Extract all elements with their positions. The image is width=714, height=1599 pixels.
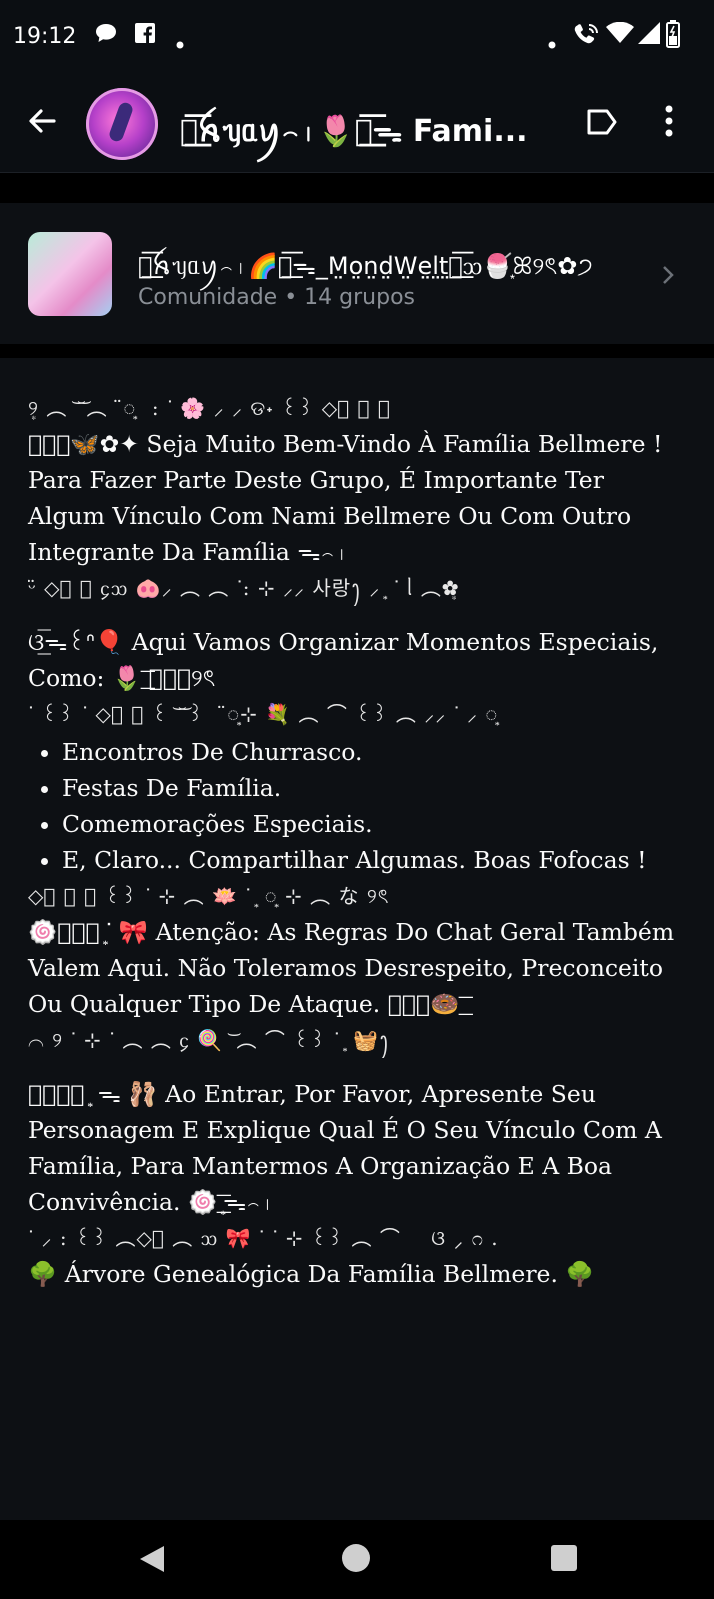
description-paragraph: ᯓ͟͞🦋✿✦ Seja Muito Bem-Vindo À Família Be… <box>28 430 663 566</box>
wifi-icon <box>606 21 634 49</box>
list-item: Festas De Família. <box>62 770 688 806</box>
decorative-line: ⌒ ୨ ᐝ ⊹ ᐝ ︵ ︵ ᧔ 🍭 ͝ ︵ ⌒ ꒰꒱ ᐝ ͙ 🧺ꫂ <box>28 1028 390 1052</box>
decorative-line: ᐝ ꒰꒱ ᐝ ◇͙ ︵ ꒰ ͝ ͝ ꒱ ⠀̈◌͙⊹ 💐 ︵ ⌒ ꒰꒱ ︵ ⸝⸝ … <box>28 702 499 726</box>
chat-title[interactable]: ᯓ͟͞ꫝᥡᥲꪗ꤮꤯🌷ᯓ͟͞ᯓ Fami... <box>180 102 550 165</box>
list-item: E, Claro... Compartilhar Algumas. Boas F… <box>62 842 688 878</box>
facebook-icon <box>134 22 156 49</box>
decorative-line: ᵕ̈ ◇͙ ⌒ ᧔ᦉ 🐽⸝ ︵ ︵ ᐝ: ⊹ ⸝⸝ 사랑ꫂ ⸝ ͙ ᐝ ᥣ ︵✿… <box>28 576 460 600</box>
signal-icon <box>638 22 660 49</box>
chat-header: ᯓ͟͞ꫝᥡᥲꪗ꤮꤯🌷ᯓ͟͞ᯓ Fami... <box>0 76 714 173</box>
chat-bubble-icon <box>94 22 118 49</box>
community-avatar[interactable] <box>28 232 112 316</box>
nav-home-icon[interactable] <box>342 1544 370 1572</box>
label-icon[interactable] <box>586 108 618 136</box>
chevron-right-icon[interactable] <box>662 265 674 285</box>
divider <box>0 173 714 203</box>
description-paragraph: ᯓ͟͞✧ ͙ ᯓ 🩰 Ao Entrar, Por Favor, Apresen… <box>28 1080 662 1216</box>
decorative-line: ◇͙ ︵ ︵ ꒰꒱ ᐝ ⊹ ︵ 🪷 ᐝ ͙ ◌͙ ⊹ ︵ な ୨ৎ <box>28 884 390 908</box>
community-subtitle: Comunidade • 14 grupos <box>138 285 415 310</box>
back-icon[interactable] <box>26 105 58 137</box>
nav-back-icon[interactable] <box>138 1544 166 1578</box>
description-paragraph: ଓ͟͞ᯓ꒰ᐢ🎈 Aqui Vamos Organizar Momentos Es… <box>28 628 659 692</box>
list-item: Comemorações Especiais. <box>62 806 688 842</box>
group-description: ୨͙ ︵ ͝ ͝ ︵⠀̈◌͙⠀: ᐝ 🌸 ⸝ ⸝ ଡ˖ ꒰꒱ ◇͙ ︵ ︵ ⠀ … <box>28 390 688 1292</box>
battery-icon <box>666 20 680 53</box>
events-list: Encontros De Churrasco. Festas De Famíli… <box>28 734 688 878</box>
wifi-calling-icon <box>572 22 600 51</box>
nav-recents-icon[interactable] <box>551 1545 577 1571</box>
more-vert-icon[interactable] <box>664 104 674 138</box>
status-time: 19:12 <box>13 24 77 49</box>
decorative-line: ୨͙ ︵ ͝ ͝ ︵⠀̈◌͙⠀: ᐝ 🌸 ⸝ ⸝ ଡ˖ ꒰꒱ ◇͙ ︵ ︵ ⠀ <box>28 396 414 420</box>
status-bar: 19:12 <box>0 0 714 76</box>
decorative-line: ᐝ ⸝ : ꒰꒱ ︵◇͙ ︵ ᦉ 🎀 ᐝ ᐝ ⊹ ꒰꒱ ︵ ⌒ ⠀ ଓ ⸝ ೧ … <box>28 1226 499 1250</box>
description-paragraph: 🍥ᯓ͟͞ ͙ᐝ 🎀 Atenção: As Regras Do Chat Ger… <box>28 918 675 1018</box>
dot-icon <box>176 30 184 54</box>
system-nav-bar <box>0 1520 714 1599</box>
list-item: Encontros De Churrasco. <box>62 734 688 770</box>
description-footer: 🌳 Árvore Genealógica Da Família Bellmere… <box>28 1260 595 1288</box>
dot-icon <box>548 30 556 54</box>
divider <box>0 344 714 358</box>
group-avatar[interactable] <box>86 88 158 160</box>
